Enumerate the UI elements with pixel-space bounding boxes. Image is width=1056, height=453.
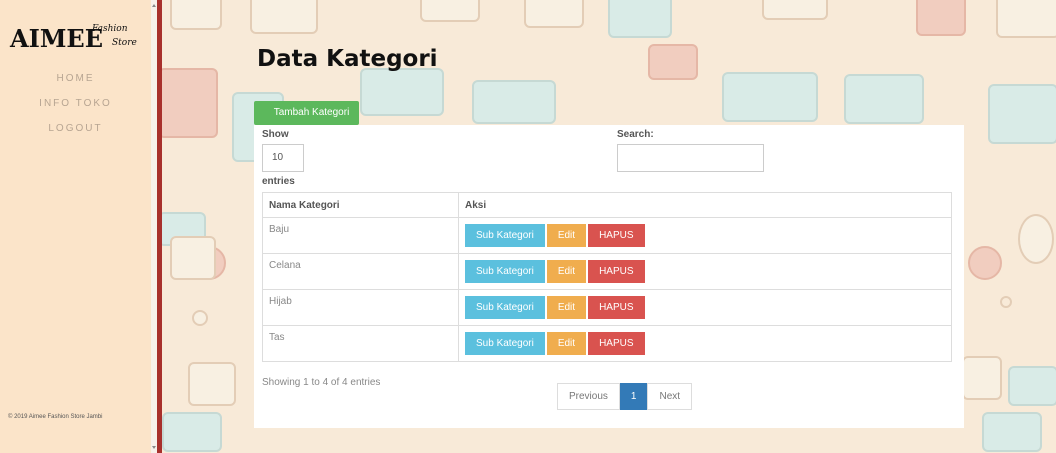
pagination-page-current[interactable]: 1 bbox=[619, 383, 648, 410]
column-header-nama-kategori[interactable]: Nama Kategori bbox=[262, 192, 459, 218]
category-table: Nama Kategori Aksi Baju Sub Kategori Edit… bbox=[262, 192, 952, 362]
brand-name: AIMEE bbox=[10, 24, 103, 53]
category-name-cell: Hijab bbox=[262, 289, 459, 326]
register-decoration bbox=[962, 356, 1002, 400]
entries-label: entries bbox=[262, 176, 295, 187]
category-name-cell: Baju bbox=[262, 217, 459, 254]
table-row: Celana Sub Kategori Edit HAPUS bbox=[262, 253, 952, 290]
receipt-decoration bbox=[170, 236, 216, 280]
edit-button[interactable]: Edit bbox=[546, 260, 587, 283]
sub-category-button[interactable]: Sub Kategori bbox=[465, 260, 545, 283]
actions-cell: Sub Kategori Edit HAPUS bbox=[458, 217, 952, 254]
receipt-decoration bbox=[420, 0, 480, 22]
edit-button[interactable]: Edit bbox=[546, 296, 587, 319]
register-decoration bbox=[250, 0, 318, 34]
entries-length-select[interactable]: 10 bbox=[262, 144, 304, 172]
delete-button[interactable]: HAPUS bbox=[588, 296, 645, 319]
card-decoration bbox=[982, 412, 1042, 452]
table-row: Tas Sub Kategori Edit HAPUS bbox=[262, 325, 952, 362]
nav-item-info-toko[interactable]: INFO TOKO bbox=[0, 95, 151, 120]
wallet-decoration bbox=[162, 68, 218, 138]
card-decoration bbox=[162, 412, 222, 452]
delete-button[interactable]: HAPUS bbox=[588, 332, 645, 355]
wallet-decoration bbox=[916, 0, 966, 36]
register-decoration bbox=[996, 0, 1056, 38]
actions-cell: Sub Kategori Edit HAPUS bbox=[458, 325, 952, 362]
search-label: Search: bbox=[617, 129, 654, 140]
pagination: Previous 1 Next bbox=[557, 383, 693, 410]
delete-button[interactable]: HAPUS bbox=[588, 260, 645, 283]
brand-subtitle-top: Fashion bbox=[92, 24, 128, 34]
card-decoration bbox=[360, 68, 444, 116]
nav-item-home[interactable]: HOME bbox=[0, 70, 151, 95]
scroll-up-arrow-icon[interactable] bbox=[152, 4, 156, 7]
sidebar-footer: © 2019 Aimee Fashion Store Jambi bbox=[8, 414, 103, 420]
show-label: Show bbox=[262, 129, 289, 140]
coin-decoration bbox=[1000, 296, 1012, 308]
safe-decoration bbox=[844, 74, 924, 124]
table-info: Showing 1 to 4 of 4 entries bbox=[262, 377, 381, 388]
pagination-next[interactable]: Next bbox=[647, 383, 693, 410]
page-title: Data Kategori bbox=[257, 46, 438, 72]
coins-stack-decoration bbox=[1018, 214, 1054, 264]
pagination-previous[interactable]: Previous bbox=[557, 383, 620, 410]
search-input[interactable] bbox=[617, 144, 764, 172]
card-decoration bbox=[722, 72, 818, 122]
brand-logo[interactable]: AIMEE Fashion Store bbox=[10, 22, 145, 62]
table-row: Baju Sub Kategori Edit HAPUS bbox=[262, 217, 952, 254]
coin-decoration bbox=[968, 246, 1002, 280]
nav-item-logout[interactable]: LOGOUT bbox=[0, 120, 151, 145]
column-header-aksi[interactable]: Aksi bbox=[458, 192, 952, 218]
data-table-panel: Show 10 entries Search: Nama Kategori Ak… bbox=[254, 125, 964, 428]
scroll-down-arrow-icon[interactable] bbox=[152, 446, 156, 449]
register-decoration bbox=[1008, 366, 1056, 406]
table-header-row: Nama Kategori Aksi bbox=[262, 192, 952, 218]
register-decoration bbox=[188, 362, 236, 406]
edit-button[interactable]: Edit bbox=[546, 332, 587, 355]
actions-cell: Sub Kategori Edit HAPUS bbox=[458, 289, 952, 326]
sub-category-button[interactable]: Sub Kategori bbox=[465, 296, 545, 319]
register-decoration bbox=[608, 0, 672, 38]
edit-button[interactable]: Edit bbox=[546, 224, 587, 247]
category-name-cell: Tas bbox=[262, 325, 459, 362]
sidebar-nav: HOME INFO TOKO LOGOUT bbox=[0, 70, 151, 145]
sub-category-button[interactable]: Sub Kategori bbox=[465, 332, 545, 355]
receipt-decoration bbox=[762, 0, 828, 20]
sidebar: AIMEE Fashion Store HOME INFO TOKO LOGOU… bbox=[0, 0, 151, 453]
add-category-button[interactable]: Tambah Kategori bbox=[254, 101, 359, 125]
safe-decoration bbox=[472, 80, 556, 124]
card-decoration bbox=[988, 84, 1056, 144]
table-row: Hijab Sub Kategori Edit HAPUS bbox=[262, 289, 952, 326]
sub-category-button[interactable]: Sub Kategori bbox=[465, 224, 545, 247]
actions-cell: Sub Kategori Edit HAPUS bbox=[458, 253, 952, 290]
card-decoration bbox=[648, 44, 698, 80]
register-decoration bbox=[524, 0, 584, 28]
coin-decoration bbox=[192, 310, 208, 326]
category-name-cell: Celana bbox=[262, 253, 459, 290]
delete-button[interactable]: HAPUS bbox=[588, 224, 645, 247]
register-decoration bbox=[170, 0, 222, 30]
brand-subtitle-bottom: Store bbox=[112, 38, 137, 48]
